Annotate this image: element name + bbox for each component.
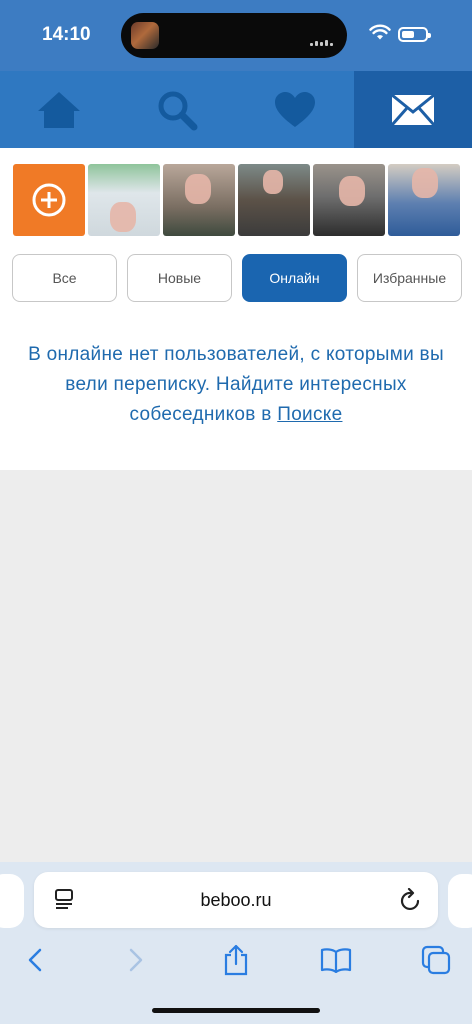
- filter-new-button[interactable]: Новые: [127, 254, 232, 302]
- nav-favorites[interactable]: [236, 71, 354, 148]
- share-icon: [224, 944, 248, 976]
- story-thumbnail[interactable]: [313, 164, 385, 236]
- empty-state-text: В онлайне нет пользователей, с которыми …: [28, 344, 444, 425]
- filter-online-button[interactable]: Онлайн: [242, 254, 347, 302]
- forward-icon: [129, 948, 143, 972]
- tabs-button[interactable]: [416, 940, 456, 980]
- top-nav: [0, 71, 472, 148]
- dynamic-island: [121, 13, 347, 58]
- tabs-icon: [421, 945, 451, 975]
- nav-search[interactable]: [118, 71, 236, 148]
- empty-state-message: В онлайне нет пользователей, с которыми …: [20, 340, 452, 430]
- nav-home[interactable]: [0, 71, 118, 148]
- browser-bar: beboo.ru: [0, 862, 472, 1024]
- forward-button[interactable]: [116, 940, 156, 980]
- previous-tab-preview[interactable]: [0, 874, 24, 928]
- back-button[interactable]: [15, 940, 55, 980]
- address-bar[interactable]: beboo.ru: [34, 872, 438, 928]
- url-text: beboo.ru: [200, 890, 272, 910]
- mail-icon: [390, 93, 436, 126]
- nav-messages[interactable]: [354, 71, 472, 148]
- browser-toolbar: [0, 940, 472, 980]
- stories-row: [13, 164, 460, 236]
- search-link[interactable]: Поиске: [277, 404, 342, 425]
- back-icon: [28, 948, 42, 972]
- search-icon: [158, 91, 198, 130]
- wifi-icon: [369, 24, 391, 40]
- plus-circle-icon: [32, 183, 66, 217]
- bookmarks-icon: [320, 948, 352, 973]
- add-story-button[interactable]: [13, 164, 85, 236]
- status-bar: 14:10: [0, 0, 472, 71]
- filter-all-button[interactable]: Все: [12, 254, 117, 302]
- bookmarks-button[interactable]: [316, 940, 356, 980]
- share-button[interactable]: [216, 940, 256, 980]
- reload-icon[interactable]: [400, 888, 422, 912]
- home-icon: [38, 91, 80, 128]
- status-time: 14:10: [42, 24, 91, 45]
- battery-icon: [398, 27, 431, 42]
- story-thumbnail[interactable]: [163, 164, 235, 236]
- story-thumbnail[interactable]: [88, 164, 160, 236]
- heart-icon: [275, 91, 315, 127]
- messages-panel: Все Новые Онлайн Избранные В онлайне нет…: [0, 148, 472, 470]
- story-thumbnail[interactable]: [388, 164, 460, 236]
- next-tab-preview[interactable]: [448, 874, 472, 928]
- audio-wave-icon: [308, 33, 333, 51]
- filter-tabs: Все Новые Онлайн Избранные: [12, 254, 462, 302]
- filter-favorites-button[interactable]: Избранные: [357, 254, 462, 302]
- now-playing-thumbnail: [131, 22, 159, 49]
- story-thumbnail[interactable]: [238, 164, 310, 236]
- home-indicator[interactable]: [152, 1008, 320, 1013]
